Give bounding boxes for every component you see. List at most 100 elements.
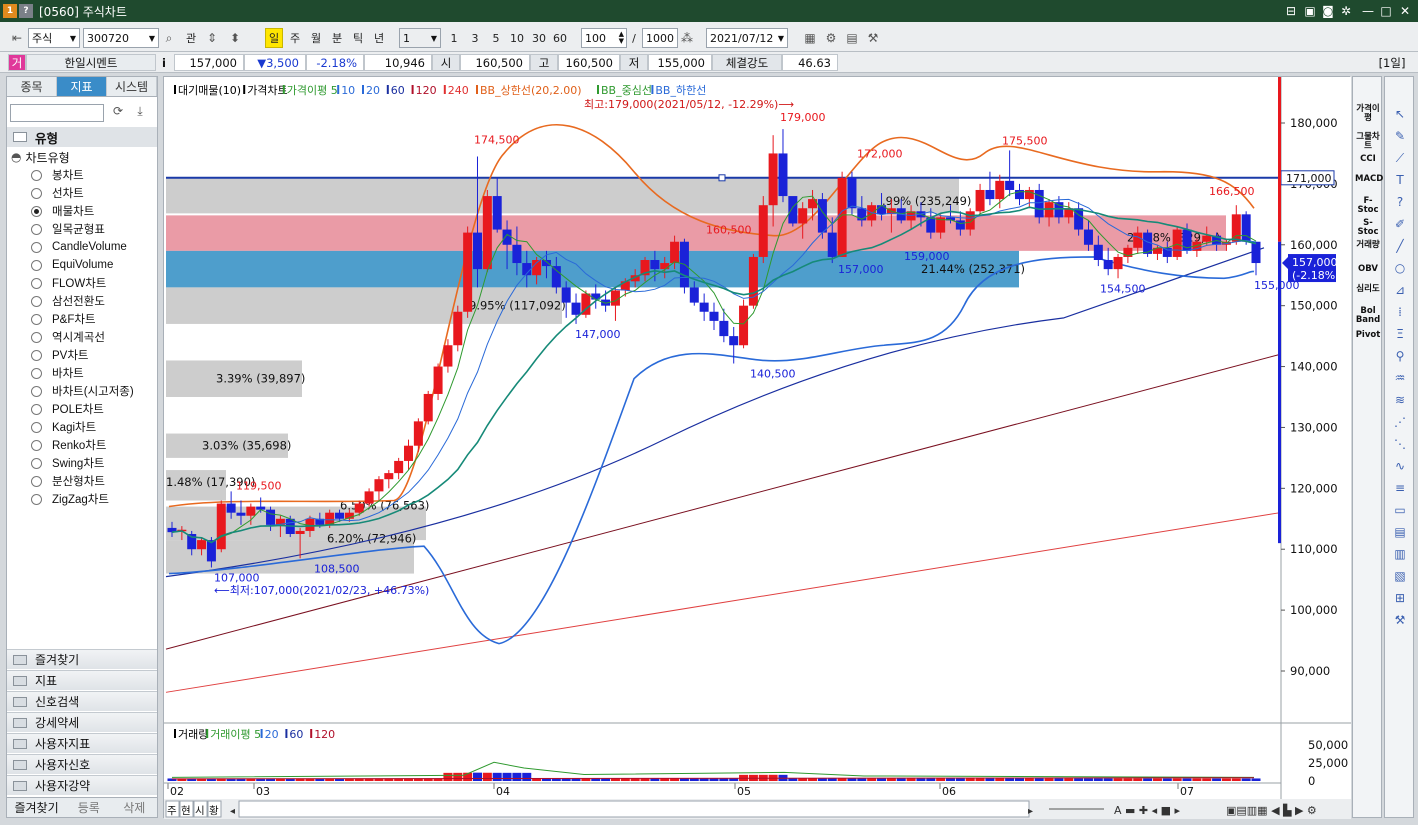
folder-indicators[interactable]: 지표 <box>7 670 157 690</box>
period-day[interactable]: 일 <box>265 28 283 48</box>
chart-type-item[interactable]: 바차트(시고저종) <box>31 382 134 400</box>
indicator-button[interactable]: MACD <box>1355 175 1383 184</box>
link-icon[interactable]: ⊟ <box>1283 3 1299 19</box>
drawing-tool-icon[interactable]: ⊞ <box>1390 591 1410 607</box>
chart-type-item[interactable]: P&F차트 <box>31 310 96 328</box>
radio-icon[interactable] <box>31 277 42 289</box>
sidebar-search-input[interactable] <box>10 104 104 122</box>
minimize-icon[interactable]: — <box>1360 3 1376 19</box>
market-select[interactable]: 주식 ▼ <box>28 28 80 48</box>
count-stepper[interactable]: 100 ▲ ▼ <box>581 28 627 48</box>
refresh-icon[interactable]: ⟳ <box>109 104 127 122</box>
period-month[interactable]: 월 <box>307 28 325 48</box>
chart-panel[interactable]: 대기매물(10) 가격차트 가격이평 5 10 20 60 120 240 BB_상한선(20,… <box>163 76 1351 819</box>
drawing-tool-icon[interactable]: ♒ <box>1390 371 1410 387</box>
drawing-tool-icon[interactable]: ↖ <box>1390 107 1410 123</box>
chart-type-item[interactable]: ZigZag차트 <box>31 490 109 508</box>
drawing-tool-icon[interactable]: ⚒ <box>1390 613 1410 629</box>
chart-type-item[interactable]: 매물차트 <box>31 202 94 220</box>
indicator-button[interactable]: OBV <box>1355 265 1381 274</box>
indicator-button[interactable]: Bol Band <box>1355 307 1381 325</box>
help-icon[interactable]: ? <box>19 4 33 18</box>
total-input[interactable]: 1000 <box>642 28 678 48</box>
radio-icon[interactable] <box>31 205 42 217</box>
indicator-button[interactable]: 가격이평 <box>1355 105 1381 123</box>
radio-icon[interactable] <box>31 187 42 199</box>
chart-type-item[interactable]: Kagi차트 <box>31 418 96 436</box>
preset-10[interactable]: 10 <box>507 28 527 48</box>
folder-user-signals[interactable]: 사용자신호 <box>7 754 157 774</box>
radio-icon[interactable] <box>31 241 42 253</box>
preset-30[interactable]: 30 <box>529 28 549 48</box>
drawing-tool-icon[interactable]: ∿ <box>1390 459 1410 475</box>
gear-icon[interactable]: ⚙ <box>822 28 840 48</box>
chart-type-item[interactable]: Swing차트 <box>31 454 104 472</box>
indicator-button[interactable]: S-Stoc <box>1355 219 1381 237</box>
drawing-tool-icon[interactable]: ▥ <box>1390 547 1410 563</box>
preset-1[interactable]: 1 <box>446 28 462 48</box>
drawing-tool-icon[interactable]: ▤ <box>1390 525 1410 541</box>
preset-60[interactable]: 60 <box>550 28 570 48</box>
chart-type-item[interactable]: 분산형차트 <box>31 472 105 490</box>
prev-icon[interactable]: ⇤ <box>8 28 26 48</box>
tab-system[interactable]: 시스템 <box>107 77 157 96</box>
drawing-tool-icon[interactable]: ▧ <box>1390 569 1410 585</box>
indicator-button[interactable]: 그물차트 <box>1355 133 1381 151</box>
drawing-tool-icon[interactable]: ⋱ <box>1390 437 1410 453</box>
save-icon[interactable]: ▤ <box>843 28 861 48</box>
app-icon[interactable]: 1 <box>3 4 17 18</box>
drawing-tool-icon[interactable]: ╱ <box>1390 239 1410 255</box>
chart-type-item[interactable]: 봉차트 <box>31 166 84 184</box>
camera-icon[interactable]: ◙ <box>1320 3 1336 19</box>
stock-name[interactable]: 한일시멘트 <box>26 54 156 71</box>
radio-icon[interactable] <box>31 349 42 361</box>
chart-type-item[interactable]: CandleVolume <box>31 238 127 256</box>
radio-icon[interactable] <box>31 331 42 343</box>
register-button[interactable]: 등록 <box>66 798 111 817</box>
drawing-tool-icon[interactable]: ⋰ <box>1390 415 1410 431</box>
period-year[interactable]: 년 <box>370 28 388 48</box>
price-chart-svg[interactable]: 대기매물(10) 가격차트 가격이평 5 10 20 60 120 240 BB_상한선(20,… <box>164 77 1351 819</box>
folder-favorites[interactable]: 즐겨찾기 <box>7 649 157 669</box>
radio-icon[interactable] <box>31 475 42 487</box>
radio-icon[interactable] <box>31 313 42 325</box>
updown-icon[interactable]: ⬍ <box>226 28 244 48</box>
chart-type-item[interactable]: 선차트 <box>31 184 84 202</box>
chart-type-item[interactable]: 일목균형표 <box>31 220 105 238</box>
stock-code-input[interactable]: 300720 ▼ <box>83 28 159 48</box>
chart-settings-icon[interactable]: ▦ <box>801 28 819 48</box>
info-icon[interactable]: i <box>156 54 172 71</box>
radio-icon[interactable] <box>31 457 42 469</box>
sync-icon[interactable]: ⇕ <box>203 28 221 48</box>
radio-icon[interactable] <box>31 259 42 271</box>
folder-user-strength[interactable]: 사용자강약 <box>7 775 157 795</box>
delete-button[interactable]: 삭제 <box>112 798 157 817</box>
indicator-button[interactable]: F-Stoc <box>1355 197 1381 215</box>
indicator-button[interactable]: 거래량 <box>1355 241 1381 250</box>
drawing-tool-icon[interactable]: ⚲ <box>1390 349 1410 365</box>
chart-type-item[interactable]: EquiVolume <box>31 256 113 274</box>
tab-favorites[interactable]: 즐겨찾기 <box>7 798 66 817</box>
folder-signal-search[interactable]: 신호검색 <box>7 691 157 711</box>
drawing-tool-icon[interactable]: ? <box>1390 195 1410 211</box>
tab-stock[interactable]: 종목 <box>7 77 57 96</box>
drawing-tool-icon[interactable]: T <box>1390 173 1410 189</box>
chart-type-item[interactable]: PV차트 <box>31 346 89 364</box>
drawing-tool-icon[interactable]: ≋ <box>1390 393 1410 409</box>
chart-type-item[interactable]: Renko차트 <box>31 436 106 454</box>
radio-icon[interactable] <box>31 493 42 505</box>
period-tick[interactable]: 틱 <box>349 28 367 48</box>
drawing-tool-icon[interactable]: ⊿ <box>1390 283 1410 299</box>
radio-icon[interactable] <box>31 385 42 397</box>
grid-icon[interactable]: ⁂ <box>678 28 696 48</box>
interval-select[interactable]: 1 ▼ <box>399 28 441 48</box>
chart-type-item[interactable]: 바차트 <box>31 364 84 382</box>
radio-icon[interactable] <box>31 169 42 181</box>
drawing-tool-icon[interactable]: ⟋ <box>1390 151 1410 167</box>
drawing-tool-icon[interactable]: ▭ <box>1390 503 1410 519</box>
radio-icon[interactable] <box>31 439 42 451</box>
copy-icon[interactable]: ▣ <box>1302 3 1318 19</box>
radio-icon[interactable] <box>31 295 42 307</box>
drawing-tool-icon[interactable]: ✎ <box>1390 129 1410 145</box>
folder-user-indicators[interactable]: 사용자지표 <box>7 733 157 753</box>
